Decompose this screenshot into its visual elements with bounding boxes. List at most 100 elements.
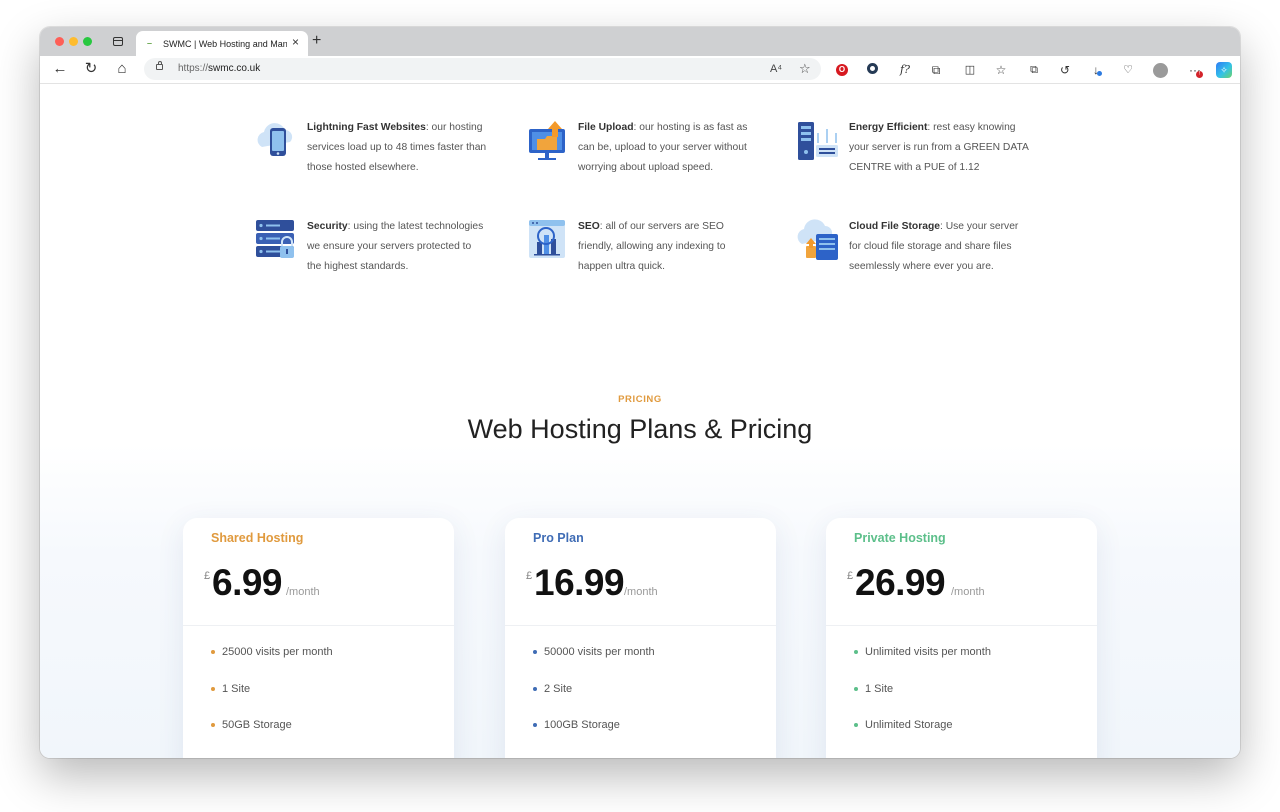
notification-badge: !	[1196, 71, 1203, 78]
plan-feature-text: 50GB Storage	[222, 719, 292, 731]
bullet-dot-icon	[211, 686, 215, 691]
feature-text: Security: using the latest technologies …	[307, 217, 487, 277]
divider	[183, 625, 454, 626]
feature-text: Lightning Fast Websites: our hosting ser…	[307, 118, 487, 178]
plan-feature-text: 50000 visits per month	[544, 646, 655, 658]
currency-symbol: £	[847, 570, 854, 582]
extension-ring-icon[interactable]	[867, 63, 878, 74]
plan-feature-text: 25000 visits per month	[222, 646, 333, 658]
collections-icon[interactable]: ⧉	[1025, 61, 1043, 79]
feature-title: Lightning Fast Websites	[307, 122, 426, 133]
bullet-dot-icon	[854, 686, 858, 691]
bullet-dot-icon	[211, 650, 215, 654]
feature-title: Cloud File Storage	[849, 221, 940, 232]
favicon-icon: –	[147, 38, 153, 48]
extension-f-icon[interactable]: f?	[896, 61, 914, 79]
url-host: swmc.co.uk	[208, 63, 261, 74]
bullet-dot-icon	[854, 650, 858, 654]
plan-feature-text: 100GB Storage	[544, 719, 620, 731]
minimize-window-button[interactable]	[69, 37, 78, 46]
plan-feature: 2 Site	[533, 682, 655, 719]
plan-features: Unlimited visits per month 1 Site Unlimi…	[854, 645, 991, 755]
plan-feature: Unlimited Storage	[854, 718, 991, 755]
bullet-dot-icon	[854, 723, 858, 727]
browser-tab[interactable]: – SWMC | Web Hosting and Man ×	[136, 31, 308, 56]
price-amount: 26.99	[855, 562, 946, 603]
bullet-dot-icon	[533, 650, 537, 654]
browser-toolbar: ← ↻ ⌂ https://swmc.co.uk A⁴ ☆ O f? ⧉ ◫ ☆…	[40, 56, 1240, 84]
feature-title: SEO	[578, 221, 600, 232]
url-scheme: https://	[178, 63, 209, 74]
plan-feature-text: 2 Site	[544, 682, 573, 695]
tab-actions-icon[interactable]	[113, 37, 123, 46]
copilot-icon[interactable]: ✧	[1216, 62, 1232, 78]
price-period: /month	[624, 586, 658, 598]
plan-feature: 100GB Storage	[533, 718, 655, 755]
cloud-phone-icon	[257, 123, 293, 156]
lock-icon[interactable]	[156, 61, 163, 70]
currency-symbol: £	[526, 570, 533, 582]
plan-feature: 25000 visits per month	[211, 645, 333, 682]
plan-feature-text: Unlimited Storage	[865, 719, 953, 731]
plan-features: 50000 visits per month 2 Site 100GB Stor…	[533, 645, 655, 755]
extensions-puzzle-icon[interactable]: ⧉	[927, 61, 945, 79]
tab-strip: – SWMC | Web Hosting and Man × +	[40, 27, 1240, 56]
plan-feature: 1 Site	[211, 682, 333, 719]
plan-feature: 50GB Storage	[211, 718, 333, 755]
profile-avatar[interactable]	[1153, 63, 1168, 78]
url-text[interactable]: https://swmc.co.uk	[178, 63, 260, 74]
feature-title: Energy Efficient	[849, 122, 928, 133]
history-icon[interactable]: ↺	[1056, 61, 1074, 79]
page-content: Lightning Fast Websites: our hosting ser…	[40, 84, 1240, 758]
close-window-button[interactable]	[55, 37, 64, 46]
maximize-window-button[interactable]	[83, 37, 92, 46]
tab-close-icon[interactable]: ×	[292, 36, 299, 48]
server-tower-icon	[798, 122, 838, 160]
downloads-icon[interactable]: ↓	[1087, 61, 1105, 79]
plan-feature-text: 1 Site	[865, 682, 894, 695]
new-tab-button[interactable]: +	[312, 33, 321, 49]
back-arrow-icon[interactable]: ←	[50, 59, 70, 79]
favorite-star-icon[interactable]: ☆	[799, 61, 811, 77]
cloud-storage-icon	[797, 219, 838, 260]
divider	[826, 625, 1097, 626]
plan-feature: 50000 visits per month	[533, 645, 655, 682]
feature-title: Security	[307, 221, 348, 232]
plan-feature-text: Unlimited visits per month	[865, 646, 991, 658]
favorites-icon[interactable]: ☆	[992, 61, 1010, 79]
browser-window: – SWMC | Web Hosting and Man × + ← ↻ ⌂ h…	[40, 27, 1240, 758]
more-menu-icon[interactable]: ···!	[1186, 61, 1204, 79]
feature-text: Energy Efficient: rest easy knowing your…	[849, 118, 1029, 178]
seo-chart-icon	[529, 220, 565, 258]
price-amount: 16.99	[534, 562, 625, 603]
currency-symbol: £	[204, 570, 211, 582]
plan-features: 25000 visits per month 1 Site 50GB Stora…	[211, 645, 333, 755]
section-title: Web Hosting Plans & Pricing	[467, 414, 813, 444]
browser-essentials-icon[interactable]: ♡	[1119, 61, 1137, 79]
bullet-dot-icon	[533, 723, 537, 727]
pricing-card: Pro Plan £ 16.99 /month 50000 visits per…	[505, 518, 776, 758]
feature-text: SEO: all of our servers are SEO friendly…	[578, 217, 758, 277]
split-screen-icon[interactable]: ◫	[961, 61, 979, 79]
pricing-card: Private Hosting £ 26.99 /month Unlimited…	[826, 518, 1097, 758]
plan-feature: 1 Site	[854, 682, 991, 719]
home-icon[interactable]: ⌂	[112, 59, 132, 79]
address-bar[interactable]: https://swmc.co.uk A⁴ ☆	[144, 58, 821, 80]
price-amount: 6.99	[212, 562, 283, 603]
divider	[505, 625, 776, 626]
price-period: /month	[951, 586, 985, 598]
plan-feature-text: 1 Site	[222, 682, 251, 695]
tab-title: SWMC | Web Hosting and Man	[163, 39, 287, 49]
bullet-dot-icon	[211, 723, 215, 727]
download-progress-dot	[1097, 71, 1102, 76]
adblock-extension-icon[interactable]: O	[836, 64, 848, 76]
reload-icon[interactable]: ↻	[81, 59, 101, 79]
read-aloud-icon[interactable]: A⁴	[770, 61, 782, 77]
plan-name: Private Hosting	[854, 531, 946, 545]
plan-name: Pro Plan	[533, 531, 584, 545]
plan-name: Shared Hosting	[211, 531, 304, 545]
price-period: /month	[286, 586, 320, 598]
feature-text: Cloud File Storage: Use your server for …	[849, 217, 1029, 277]
feature-text: File Upload: our hosting is as fast as c…	[578, 118, 758, 178]
plan-feature: Unlimited visits per month	[854, 645, 991, 682]
